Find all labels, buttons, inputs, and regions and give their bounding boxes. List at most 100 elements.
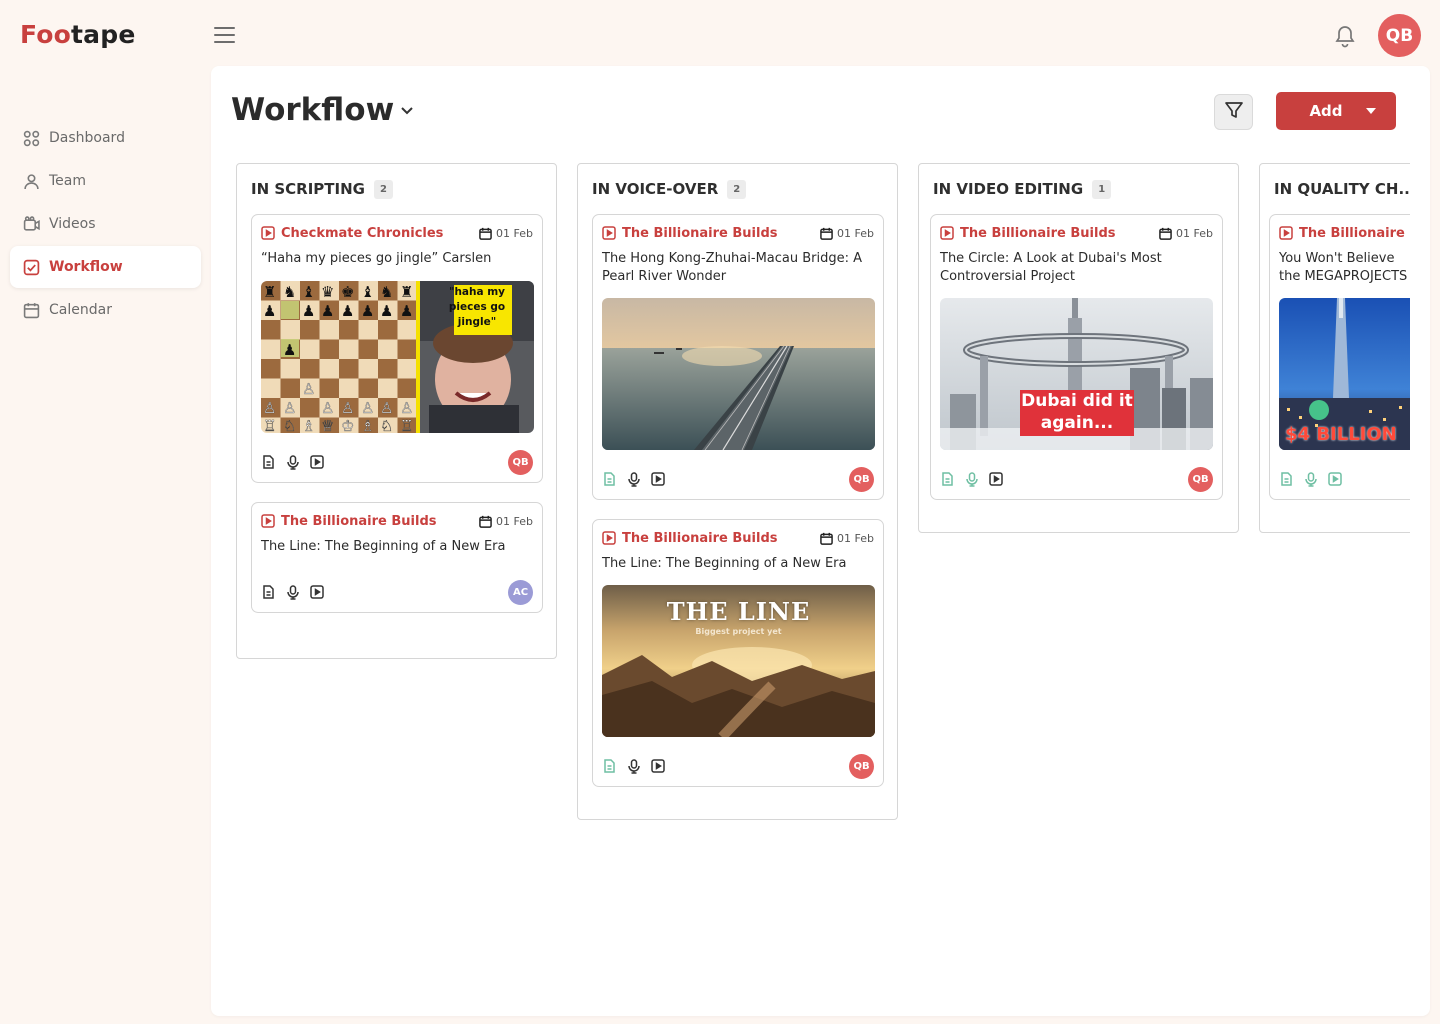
card-title: The Circle: A Look at Dubai's Most Contr… [940,251,1162,284]
column-title: IN VOICE-OVER [592,180,719,198]
calendar-icon [1159,227,1172,240]
svg-text:♙: ♙ [321,399,334,417]
video-card[interactable]: The Billionaire Builds You Won't Believe… [1269,214,1410,500]
due-date: 01 Feb [479,227,533,240]
add-button-label: Add [1309,102,1343,120]
play-square-icon [1279,226,1293,240]
voice-over-stage-icon [626,758,641,774]
column-title: IN QUALITY CH... [1274,180,1410,198]
sidebar-item-team[interactable]: Team [10,160,201,202]
assignee-avatar[interactable]: QB [849,753,874,779]
svg-text:♜: ♜ [400,283,413,301]
svg-text:♖: ♖ [400,417,413,433]
video-stage-icon [650,759,665,774]
channel-label[interactable]: The Billionaire Builds [602,226,778,241]
calendar-icon [23,302,40,319]
sidebar-item-videos[interactable]: Videos [10,203,201,245]
column-header: IN VIDEO EDITING 1 [919,164,1238,214]
thumbnail-caption: $4 BILLION [1285,424,1397,445]
svg-text:♝: ♝ [361,283,374,301]
column-count-badge: 2 [373,179,393,199]
card-title: “Haha my pieces go jingle” Carslen [261,251,492,266]
assignee-avatar[interactable]: AC [508,579,533,605]
video-card[interactable]: The Billionaire Builds 01 Feb The Hong K… [592,214,884,500]
sidebar-item-workflow[interactable]: Workflow [10,246,201,288]
video-card[interactable]: The Billionaire Builds 01 Feb The Circle… [930,214,1223,500]
stage-icons [261,454,324,470]
add-button[interactable]: Add [1276,92,1396,130]
script-stage-icon [261,455,276,470]
thumbnail-caption: THE LINE [666,597,811,626]
due-date: 01 Feb [820,227,874,240]
svg-text:♟: ♟ [263,302,276,320]
notification-bell-icon[interactable] [1334,24,1356,48]
svg-text:♗: ♗ [361,417,374,433]
stage-icons [602,758,665,774]
hamburger-menu-icon[interactable] [214,22,238,48]
voice-over-stage-icon [285,454,300,470]
play-square-icon [602,226,616,240]
channel-name: The Billionaire Builds [960,225,1116,241]
dashboard-grid-icon [23,130,40,147]
video-card[interactable]: The Billionaire Builds 01 Feb The Line: … [251,502,543,613]
channel-label[interactable]: The Billionaire Builds [940,226,1116,241]
assignee-avatar[interactable]: QB [849,466,874,492]
voice-over-stage-icon [626,471,641,487]
channel-label[interactable]: Checkmate Chronicles [261,226,443,241]
assignee-avatar[interactable]: QB [1188,466,1213,492]
checkbox-icon [23,259,40,276]
sidebar-item-dashboard[interactable]: Dashboard [10,117,201,159]
stage-icons [602,471,665,487]
channel-label[interactable]: The Billionaire Builds [1279,226,1410,241]
app-logo[interactable]: Footape [20,20,136,49]
video-stage-icon [309,585,324,600]
video-card[interactable]: Checkmate Chronicles 01 Feb “Haha my pie… [251,214,543,483]
svg-text:♛: ♛ [321,283,334,301]
svg-text:♟: ♟ [400,302,413,320]
video-card[interactable]: The Billionaire Builds 01 Feb The Line: … [592,519,884,787]
due-date: 01 Feb [820,532,874,545]
svg-text:♝: ♝ [302,283,315,301]
channel-label[interactable]: The Billionaire Builds [602,531,778,546]
svg-text:♟: ♟ [283,341,296,359]
sidebar-item-label: Team [49,173,87,189]
card-title: The Line: The Beginning of a New Era [602,556,847,571]
script-stage-icon [602,472,617,487]
play-square-icon [602,531,616,545]
column-in-quality-check: IN QUALITY CH... The Billionaire Builds … [1259,163,1410,533]
svg-text:♟: ♟ [380,302,393,320]
column-in-scripting: IN SCRIPTING 2 Checkmate Chronicles 01 F… [236,163,557,659]
column-count-badge: 1 [1092,179,1112,199]
sidebar-item-calendar[interactable]: Calendar [10,289,201,331]
channel-name: The Billionaire Builds [622,530,778,546]
svg-text:♟: ♟ [361,302,374,320]
channel-label[interactable]: The Billionaire Builds [261,514,437,529]
svg-text:♜: ♜ [263,283,276,301]
script-stage-icon [602,759,617,774]
svg-text:♟: ♟ [341,302,354,320]
svg-text:♞: ♞ [283,283,296,301]
date-text: 01 Feb [837,226,874,240]
video-thumbnail: THE LINE Biggest project yet [602,585,875,737]
thumbnail-caption: Dubai did it again... [1021,391,1133,433]
user-avatar[interactable]: QB [1378,14,1421,57]
svg-text:♙: ♙ [263,399,276,417]
video-stage-icon [309,455,324,470]
main-panel: Workflow Add IN SCRIPTING 2 Checkmate Ch… [211,66,1430,1016]
video-thumbnail [602,298,875,450]
svg-text:♙: ♙ [341,399,354,417]
svg-text:♚: ♚ [341,283,354,301]
caret-down-icon[interactable] [1366,108,1376,114]
assignee-avatar[interactable]: QB [508,449,533,475]
video-thumbnail: $4 BILLION [1279,298,1410,450]
play-square-icon [940,226,954,240]
stage-icons [1279,471,1342,487]
sidebar-item-label: Workflow [49,259,123,275]
svg-text:♙: ♙ [380,399,393,417]
play-square-icon [261,514,275,528]
voice-over-stage-icon [964,471,979,487]
filter-button[interactable] [1214,94,1253,130]
play-square-icon [261,226,275,240]
column-count-badge: 2 [727,179,747,199]
chevron-down-icon[interactable] [399,102,415,118]
